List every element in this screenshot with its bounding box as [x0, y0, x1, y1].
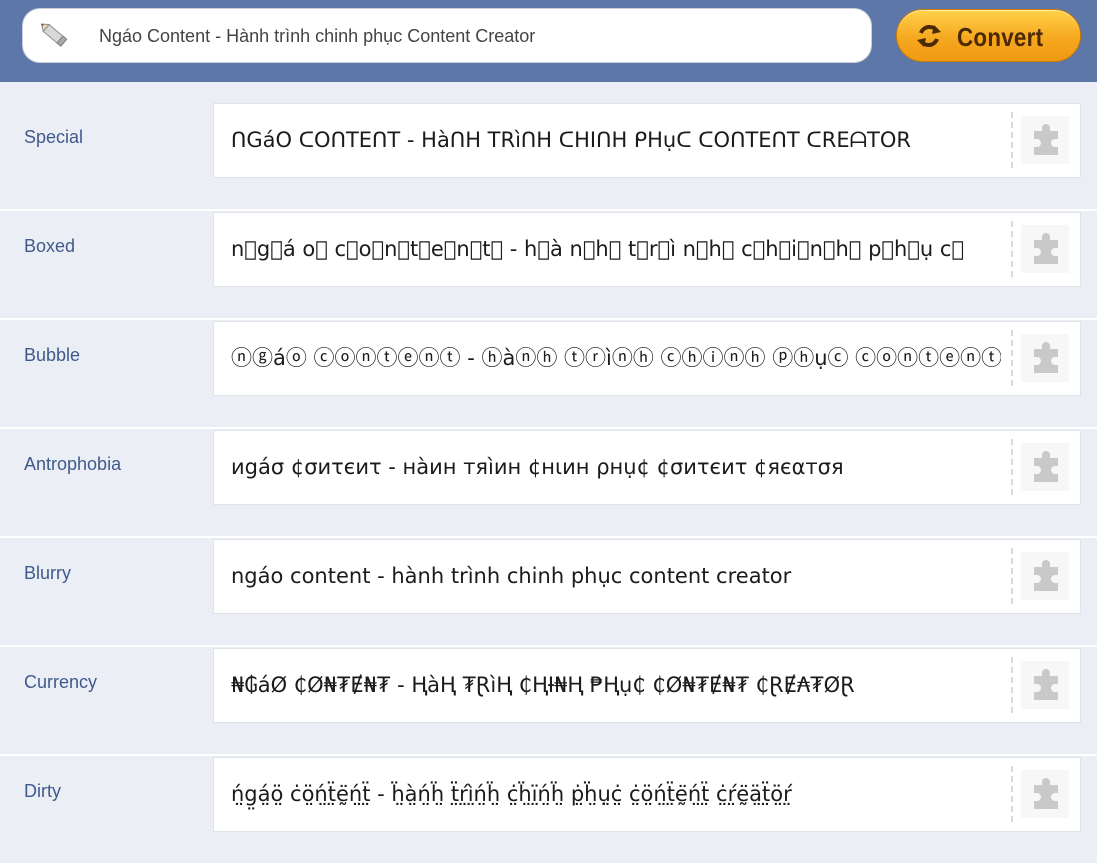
puzzle-icon[interactable] [1021, 770, 1069, 818]
style-name: Currency [24, 672, 98, 692]
style-row-currency: Currency ₦₲áØ ₵Ø₦₮Ɇ₦₮ - ⱧàⱧ ₮ⱤìⱧ ₵ⱧƗ₦Ⱨ ₱… [0, 647, 1097, 756]
puzzle-icon[interactable] [1021, 443, 1069, 491]
divider [1011, 657, 1013, 713]
style-output-text[interactable]: ₦₲áØ ₵Ø₦₮Ɇ₦₮ - ⱧàⱧ ₮ⱤìⱧ ₵ⱧƗ₦Ⱨ ₱Ⱨụ₵ ₵Ø₦₮Ɇ… [231, 649, 1001, 722]
style-output-text[interactable]: ngáo content - hành trình chinh phục con… [231, 540, 1001, 613]
style-output-text[interactable]: ᑎGáO ᑕOᑎTEᑎT - HàᑎH TRìᑎH ᑕHIᑎH ᑭHụᑕ ᑕOᑎ… [231, 104, 1001, 177]
convert-button-label: Convert [957, 22, 1044, 52]
style-output-text[interactable]: иgáσ ¢σиτєиτ - нàин тяìин ¢нιин ρнụ¢ ¢σи… [231, 431, 1001, 504]
style-name: Special [24, 127, 84, 147]
puzzle-icon[interactable] [1021, 661, 1069, 709]
style-row-boxed: Boxed n⃞g⃞á o⃞ c⃞o⃞n⃞t⃞e⃞n⃞t⃞ - h⃞à n⃞h⃞… [0, 211, 1097, 320]
puzzle-icon[interactable] [1021, 116, 1069, 164]
style-output-box: иgáσ ¢σиτєиτ - нàин тяìин ¢нιин ρнụ¢ ¢σи… [213, 430, 1081, 505]
style-row-special: Special ᑎGáO ᑕOᑎTEᑎT - HàᑎH TRìᑎH ᑕHIᑎH … [0, 102, 1097, 211]
style-output-text[interactable]: ń̤g̤á̤ö̤ ċö̤ń̤ẗ̤ḛ̈ń̤ẗ̤ - ḧ̤à̤ń̤ḧ̤ ẗ̤ŕ̤ì̤… [231, 758, 1001, 831]
puzzle-icon[interactable] [1021, 225, 1069, 273]
divider [1011, 766, 1013, 822]
divider [1011, 439, 1013, 495]
style-output-box: ⓝⓖáⓞ ⓒⓞⓝⓣⓔⓝⓣ - ⓗàⓝⓗ ⓣⓡìⓝⓗ ⓒⓗⓘⓝⓗ ⓟⓗụⓒ ⓒⓞⓝ… [213, 321, 1081, 396]
puzzle-icon[interactable] [1021, 552, 1069, 600]
style-row-bubble: Bubble ⓝⓖáⓞ ⓒⓞⓝⓣⓔⓝⓣ - ⓗàⓝⓗ ⓣⓡìⓝⓗ ⓒⓗⓘⓝⓗ ⓟ… [0, 320, 1097, 429]
style-row-blurry: Blurry ngáo content - hành trình chinh p… [0, 538, 1097, 647]
style-name: Boxed [24, 236, 76, 256]
style-name: Antrophobia [24, 454, 122, 474]
divider [1011, 548, 1013, 604]
search-box[interactable] [22, 8, 872, 63]
style-row-antrophobia: Antrophobia иgáσ ¢σиτєиτ - нàин тяìин ¢н… [0, 429, 1097, 538]
convert-button[interactable]: Convert [896, 9, 1081, 62]
divider [1011, 112, 1013, 168]
style-output-box: ₦₲áØ ₵Ø₦₮Ɇ₦₮ - ⱧàⱧ ₮ⱤìⱧ ₵ⱧƗ₦Ⱨ ₱Ⱨụ₵ ₵Ø₦₮Ɇ… [213, 648, 1081, 723]
style-output-box: ń̤g̤á̤ö̤ ċö̤ń̤ẗ̤ḛ̈ń̤ẗ̤ - ḧ̤à̤ń̤ḧ̤ ẗ̤ŕ̤ì̤… [213, 757, 1081, 832]
search-input[interactable] [99, 19, 839, 53]
style-output-box: n⃞g⃞á o⃞ c⃞o⃞n⃞t⃞e⃞n⃞t⃞ - h⃞à n⃞h⃞ t⃞r⃞ì… [213, 212, 1081, 287]
puzzle-icon[interactable] [1021, 334, 1069, 382]
style-row-dirty: Dirty ń̤g̤á̤ö̤ ċö̤ń̤ẗ̤ḛ̈ń̤ẗ̤ - ḧ̤à̤ń̤ḧ̤ … [0, 756, 1097, 865]
top-bar: Convert [0, 0, 1097, 82]
refresh-icon [915, 22, 943, 50]
divider [1011, 221, 1013, 277]
style-output-text[interactable]: ⓝⓖáⓞ ⓒⓞⓝⓣⓔⓝⓣ - ⓗàⓝⓗ ⓣⓡìⓝⓗ ⓒⓗⓘⓝⓗ ⓟⓗụⓒ ⓒⓞⓝ… [231, 322, 1001, 395]
style-output-box: ᑎGáO ᑕOᑎTEᑎT - HàᑎH TRìᑎH ᑕHIᑎH ᑭHụᑕ ᑕOᑎ… [213, 103, 1081, 178]
style-output-text[interactable]: n⃞g⃞á o⃞ c⃞o⃞n⃞t⃞e⃞n⃞t⃞ - h⃞à n⃞h⃞ t⃞r⃞ì… [231, 213, 1001, 286]
style-output-box: ngáo content - hành trình chinh phục con… [213, 539, 1081, 614]
style-name: Blurry [24, 563, 72, 583]
divider [1011, 330, 1013, 386]
style-name: Bubble [24, 345, 81, 365]
pencil-icon [37, 19, 73, 53]
style-name: Dirty [24, 781, 61, 801]
